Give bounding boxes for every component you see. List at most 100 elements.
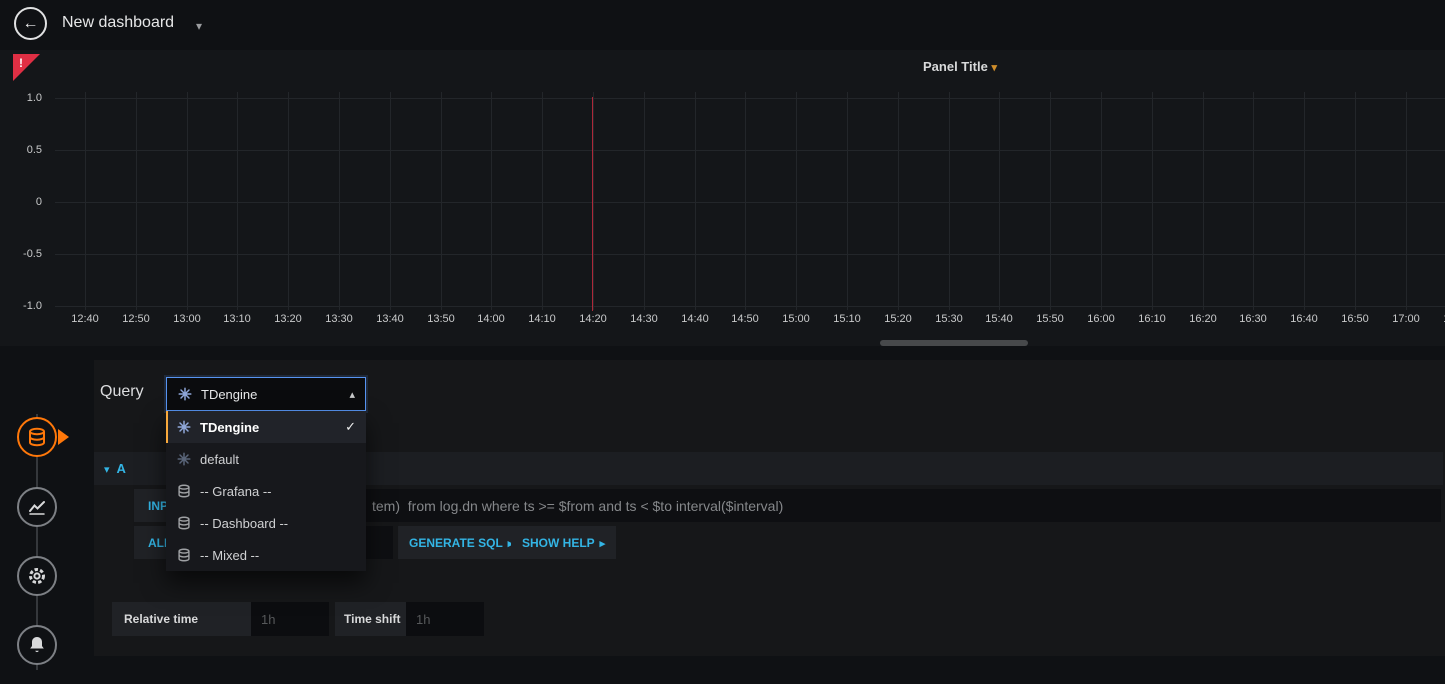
gear-icon — [27, 566, 47, 586]
datasource-option[interactable]: -- Dashboard -- — [166, 507, 366, 539]
datasource-menu: TDengine default -- Grafana -- -- Dashboard… — [166, 411, 366, 571]
x-axis-label: 15:00 — [771, 313, 821, 325]
active-tab-arrow-icon — [58, 429, 69, 445]
x-axis-label: 12:50 — [111, 313, 161, 325]
tab-general[interactable] — [17, 556, 57, 596]
x-axis-label: 17:00 — [1381, 313, 1431, 325]
x-axis-label: 15:10 — [822, 313, 872, 325]
datasource-option[interactable]: -- Grafana -- — [166, 475, 366, 507]
relative-time-input[interactable] — [251, 602, 329, 636]
datasource-select-value: TDengine — [201, 387, 257, 402]
grid-line-vertical — [644, 92, 645, 310]
tab-visualization[interactable] — [17, 487, 57, 527]
default-ds-icon — [176, 452, 191, 466]
relative-time-label: Relative time — [112, 602, 251, 636]
x-axis-label: 14:30 — [619, 313, 669, 325]
annotation-vline — [592, 97, 593, 311]
grid-line-horizontal — [55, 150, 1445, 151]
grid-line-vertical — [1101, 92, 1102, 310]
x-axis-label: 15:20 — [873, 313, 923, 325]
back-icon — [23, 15, 39, 33]
show-help-button[interactable]: SHOW HELP — [511, 526, 616, 559]
x-axis-label: 16:30 — [1228, 313, 1278, 325]
x-axis-label: 15:40 — [974, 313, 1024, 325]
grid-line-vertical — [288, 92, 289, 310]
database-icon — [176, 484, 191, 498]
grid-line-vertical — [390, 92, 391, 310]
app-root: New dashboard ! Panel Title 1.00.50-0.5-… — [0, 0, 1445, 684]
grid-line-horizontal — [55, 306, 1445, 307]
x-axis-label: 15:30 — [924, 313, 974, 325]
generate-sql-button[interactable]: GENERATE SQL — [398, 526, 524, 559]
panel-error-mark: ! — [19, 56, 23, 70]
tab-alert[interactable] — [17, 625, 57, 665]
grid-line-vertical — [745, 92, 746, 310]
grid-line-vertical — [847, 92, 848, 310]
tab-queries[interactable] — [17, 417, 57, 457]
check-icon — [345, 419, 356, 435]
x-axis-label: 16:00 — [1076, 313, 1126, 325]
panel-error-corner[interactable] — [13, 54, 40, 81]
grid-line-vertical — [237, 92, 238, 310]
grid-line-horizontal — [55, 98, 1445, 99]
datasource-option-label: default — [200, 452, 239, 467]
tdengine-icon — [177, 387, 192, 401]
x-axis-label: 15:50 — [1025, 313, 1075, 325]
x-axis-label: 16:50 — [1330, 313, 1380, 325]
query-row-a-label: A — [117, 461, 126, 476]
grid-line-horizontal — [55, 254, 1445, 255]
grid-line-vertical — [187, 92, 188, 310]
grid-line-vertical — [542, 92, 543, 310]
x-axis-label: 13:40 — [365, 313, 415, 325]
back-button[interactable] — [14, 7, 47, 40]
x-axis-label: 13:30 — [314, 313, 364, 325]
sql-query-text: tem) from log.dn where ts >= $from and t… — [372, 498, 783, 514]
grid-line-vertical — [136, 92, 137, 310]
panel-title[interactable]: Panel Title — [860, 59, 1060, 74]
datasource-select[interactable]: TDengine — [166, 377, 366, 411]
x-axis-label: 13:10 — [212, 313, 262, 325]
grid-line-vertical — [1253, 92, 1254, 310]
x-axis-label: 14:50 — [720, 313, 770, 325]
tdengine-icon — [176, 420, 191, 434]
y-axis-label: 0.5 — [6, 144, 42, 156]
grid-line-vertical — [1304, 92, 1305, 310]
x-axis-label: 14:40 — [670, 313, 720, 325]
x-axis-label: 13:00 — [162, 313, 212, 325]
x-axis-label: 14:20 — [568, 313, 618, 325]
grid-line-vertical — [593, 92, 594, 310]
grid-line-vertical — [1203, 92, 1204, 310]
datasource-option[interactable]: default — [166, 443, 366, 475]
database-icon — [27, 427, 47, 447]
x-axis-label: 12:40 — [60, 313, 110, 325]
chart-panel: ! Panel Title 1.00.50-0.5-1.012:4012:501… — [0, 50, 1445, 346]
x-axis-label: 13:50 — [416, 313, 466, 325]
time-shift-input[interactable] — [406, 602, 484, 636]
datasource-option-label: -- Dashboard -- — [200, 516, 288, 531]
grid-line-vertical — [85, 92, 86, 310]
grid-line-vertical — [1355, 92, 1356, 310]
x-axis-label: 16:10 — [1127, 313, 1177, 325]
collapse-caret-icon — [104, 460, 110, 478]
datasource-option[interactable]: TDengine — [166, 411, 366, 443]
grid-line-vertical — [949, 92, 950, 310]
horizontal-scrollbar-thumb[interactable] — [880, 340, 1028, 346]
grid-line-vertical — [695, 92, 696, 310]
graph-icon — [27, 497, 47, 517]
grid-line-vertical — [999, 92, 1000, 310]
grid-line-vertical — [441, 92, 442, 310]
grid-line-vertical — [1406, 92, 1407, 310]
sql-input-field[interactable]: tem) from log.dn where ts >= $from and t… — [229, 489, 1441, 522]
query-section-label: Query — [100, 383, 144, 401]
grid-line-vertical — [1152, 92, 1153, 310]
database-icon — [176, 516, 191, 530]
dashboard-title-caret-icon[interactable] — [196, 17, 202, 35]
grid-line-vertical — [339, 92, 340, 310]
x-axis-label: 14:10 — [517, 313, 567, 325]
datasource-option[interactable]: -- Mixed -- — [166, 539, 366, 571]
y-axis-label: 1.0 — [6, 92, 42, 104]
dashboard-title[interactable]: New dashboard — [62, 14, 174, 32]
chevron-up-icon — [349, 385, 355, 403]
grid-line-vertical — [1050, 92, 1051, 310]
x-axis-label: 13:20 — [263, 313, 313, 325]
